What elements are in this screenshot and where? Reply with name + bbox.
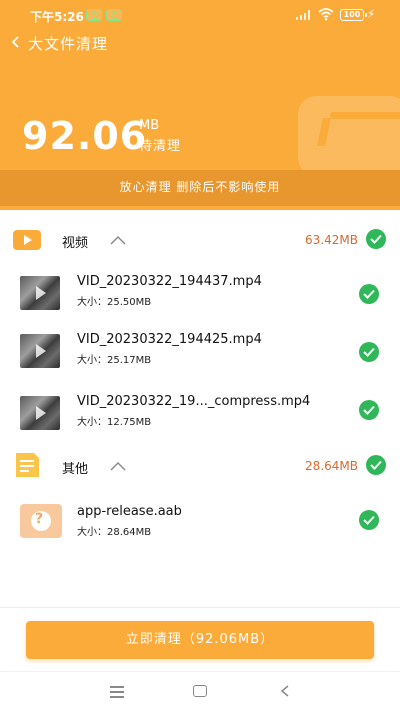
back-button[interactable] <box>8 30 28 54</box>
document-icon <box>16 453 39 477</box>
section-label: 视频 <box>62 236 89 251</box>
total-size-value: 92.06 <box>22 114 148 158</box>
section-size: 28.64MB <box>305 459 358 473</box>
signal-icon <box>296 10 312 20</box>
broom-decoration-bar <box>330 112 400 119</box>
total-size-caption: 待清理 <box>139 139 182 154</box>
notification-icon <box>106 9 122 21</box>
clean-now-button[interactable]: 立即清理（92.06MB） <box>26 621 374 659</box>
file-size: 大小：12.75MB <box>77 417 152 428</box>
chevron-left-icon <box>11 36 19 48</box>
section-label: 其他 <box>62 462 89 477</box>
battery-icon: 100 <box>340 9 367 21</box>
file-name: app-release.aab <box>77 504 182 519</box>
unknown-file-icon: ? <box>20 504 62 538</box>
broom-decoration <box>298 96 400 176</box>
section-size: 63.42MB <box>305 233 358 247</box>
chevron-up-icon[interactable] <box>110 461 126 471</box>
system-nav-bar <box>0 671 400 711</box>
check-icon[interactable] <box>359 400 379 420</box>
video-thumbnail <box>20 276 60 310</box>
menu-icon[interactable] <box>110 686 124 698</box>
status-bar: 下午5:26 100 ⚡ <box>0 0 400 30</box>
header: 下午5:26 100 ⚡ 大文件清理 92.06 MB 待清理 放心清理 删除后… <box>0 0 400 210</box>
video-icon <box>13 230 41 250</box>
status-time: 下午5:26 <box>30 10 84 24</box>
divider <box>0 607 400 608</box>
section-header-other[interactable]: 其他 28.64MB <box>0 448 400 484</box>
file-size: 大小：28.64MB <box>77 527 152 538</box>
file-name: VID_20230322_194437.mp4 <box>77 274 262 289</box>
file-size: 大小：25.50MB <box>77 297 152 308</box>
page-title: 大文件清理 <box>28 35 109 53</box>
check-icon[interactable] <box>359 510 379 530</box>
total-size-unit: MB <box>139 118 160 133</box>
charging-icon: ⚡ <box>367 7 376 21</box>
file-row[interactable]: VID_20230322_19..._compress.mp4 大小：12.75… <box>0 388 400 444</box>
info-banner: 放心清理 删除后不影响使用 <box>0 170 400 206</box>
check-icon[interactable] <box>359 342 379 362</box>
check-icon[interactable] <box>366 229 386 249</box>
home-icon[interactable] <box>193 685 207 697</box>
wifi-icon <box>318 8 334 21</box>
file-row[interactable]: ? app-release.aab 大小：28.64MB <box>0 498 400 554</box>
file-row[interactable]: VID_20230322_194437.mp4 大小：25.50MB <box>0 268 400 324</box>
video-thumbnail <box>20 334 60 368</box>
file-size: 大小：25.17MB <box>77 355 152 366</box>
notification-icon <box>86 9 102 21</box>
check-icon[interactable] <box>359 284 379 304</box>
back-triangle-icon[interactable] <box>278 684 292 698</box>
video-thumbnail <box>20 396 60 430</box>
check-icon[interactable] <box>366 455 386 475</box>
file-name: VID_20230322_194425.mp4 <box>77 332 262 347</box>
section-header-video[interactable]: 视频 63.42MB <box>0 222 400 258</box>
file-name: VID_20230322_19..._compress.mp4 <box>77 394 311 409</box>
file-row[interactable]: VID_20230322_194425.mp4 大小：25.17MB <box>0 326 400 382</box>
chevron-up-icon[interactable] <box>110 235 126 245</box>
